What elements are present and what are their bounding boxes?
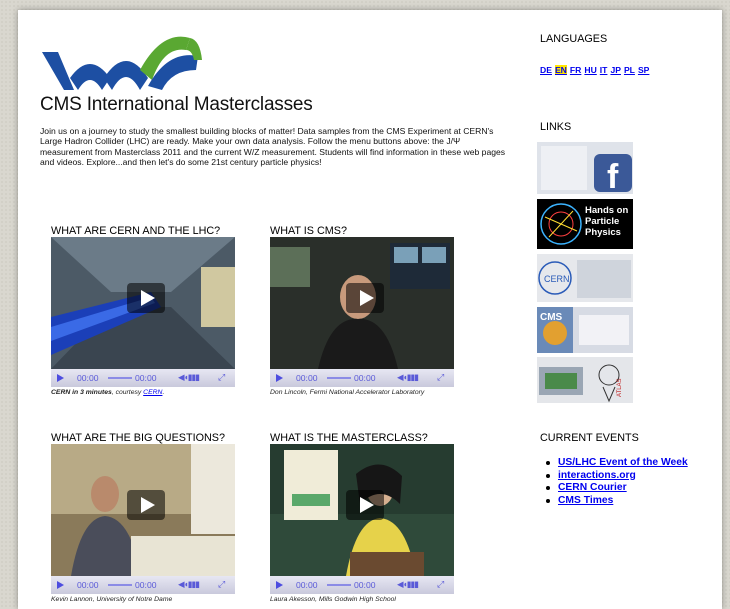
play-small-icon[interactable] <box>276 374 283 382</box>
video-controls: 00:00 00:00 ◀◖▮▮▮ ⤢ <box>270 369 454 387</box>
caption-bold: CERN in 3 minutes <box>51 389 112 396</box>
languages-heading: LANGUAGES <box>540 33 608 45</box>
fullscreen-icon[interactable]: ⤢ <box>218 372 225 383</box>
play-small-icon[interactable] <box>57 581 64 589</box>
volume-icon[interactable]: ◀◖▮▮▮ <box>397 579 419 590</box>
video-player-cern-lhc[interactable]: 00:00 00:00 ◀◖▮▮▮ ⤢ <box>51 237 235 387</box>
play-icon[interactable] <box>127 283 165 313</box>
site-title: CMS International Masterclasses <box>40 94 313 115</box>
hands-on-particle-physics-logo: Hands on Particle Physics <box>585 205 629 238</box>
video-player-masterclass[interactable]: 00:00 00:00 ◀◖▮▮▮ ⤢ <box>270 444 454 594</box>
cern-link[interactable]: CERN <box>143 389 162 396</box>
fullscreen-icon[interactable]: ⤢ <box>437 372 444 383</box>
cern-site-link[interactable]: CERN <box>537 254 633 302</box>
play-icon[interactable] <box>346 283 384 313</box>
event-link[interactable]: CMS Times <box>546 495 688 508</box>
progress-bar[interactable] <box>327 377 351 379</box>
events-list: US/LHC Event of the Week interactions.or… <box>546 457 688 508</box>
volume-icon[interactable]: ◀◖▮▮▮ <box>178 372 200 383</box>
current-time: 00:00 <box>296 580 318 590</box>
video-caption: Don Lincoln, Fermi National Accelerator … <box>270 389 425 396</box>
play-small-icon[interactable] <box>57 374 64 382</box>
volume-icon[interactable]: ◀◖▮▮▮ <box>178 579 200 590</box>
lang-de[interactable]: DE <box>540 65 552 75</box>
volume-icon[interactable]: ◀◖▮▮▮ <box>397 372 419 383</box>
total-time: 00:00 <box>354 373 376 383</box>
cms-logo: CMS <box>540 312 563 323</box>
video-caption: Laura Akesson, Mills Godwin High School <box>270 596 396 603</box>
current-events-heading: CURRENT EVENTS <box>540 432 639 444</box>
video-controls: 00:00 00:00 ◀◖▮▮▮ ⤢ <box>51 369 235 387</box>
video-title-cms: WHAT IS CMS? <box>270 225 347 237</box>
progress-bar[interactable] <box>327 584 351 586</box>
lang-it[interactable]: IT <box>600 65 608 75</box>
intro-text: Join us on a journey to study the smalle… <box>40 126 506 168</box>
current-time: 00:00 <box>296 373 318 383</box>
current-time: 00:00 <box>77 580 99 590</box>
current-time: 00:00 <box>77 373 99 383</box>
fullscreen-icon[interactable]: ⤢ <box>218 579 225 590</box>
lang-en[interactable]: EN <box>554 65 567 75</box>
page: CMS International Masterclasses Join us … <box>18 10 722 609</box>
video-player-big-questions[interactable]: 00:00 00:00 ◀◖▮▮▮ ⤢ <box>51 444 235 594</box>
video-controls: 00:00 00:00 ◀◖▮▮▮ ⤢ <box>270 576 454 594</box>
facebook-icon: f <box>607 158 619 194</box>
progress-bar[interactable] <box>108 584 132 586</box>
total-time: 00:00 <box>135 373 157 383</box>
video-title-cern-lhc: WHAT ARE CERN AND THE LHC? <box>51 225 221 237</box>
video-caption: CERN in 3 minutes, courtesy CERN. <box>51 389 164 396</box>
atlas-logo: ATLAS <box>617 378 623 397</box>
event-link[interactable]: US/LHC Event of the Week <box>546 457 688 470</box>
play-icon[interactable] <box>127 490 165 520</box>
fullscreen-icon[interactable]: ⤢ <box>437 579 444 590</box>
progress-bar[interactable] <box>108 377 132 379</box>
lang-sp[interactable]: SP <box>638 65 649 75</box>
event-link[interactable]: interactions.org <box>546 470 688 483</box>
total-time: 00:00 <box>354 580 376 590</box>
video-caption: Kevin Lannon, University of Notre Dame <box>51 596 173 603</box>
lang-jp[interactable]: JP <box>610 65 621 75</box>
event-link[interactable]: CERN Courier <box>546 482 688 495</box>
hands-on-particle-physics-link[interactable]: Hands on Particle Physics <box>537 199 633 249</box>
atlas-site-link[interactable]: ATLAS <box>537 357 633 403</box>
cern-logo: CERN <box>544 274 570 284</box>
video-player-cms[interactable]: 00:00 00:00 ◀◖▮▮▮ ⤢ <box>270 237 454 387</box>
video-title-masterclass: WHAT IS THE MASTERCLASS? <box>270 432 428 444</box>
lang-fr[interactable]: FR <box>570 65 581 75</box>
video-title-big-questions: WHAT ARE THE BIG QUESTIONS? <box>51 432 225 444</box>
lang-hu[interactable]: HU <box>584 65 596 75</box>
links-heading: LINKS <box>540 121 572 133</box>
language-list: DE EN FR HU IT JP PL SP <box>540 65 652 75</box>
total-time: 00:00 <box>135 580 157 590</box>
caption-end: . <box>162 389 165 396</box>
caption-mid: , courtesy <box>111 389 144 396</box>
play-icon[interactable] <box>346 490 384 520</box>
cms-site-link[interactable]: CMS <box>537 307 633 353</box>
lang-pl[interactable]: PL <box>624 65 635 75</box>
play-small-icon[interactable] <box>276 581 283 589</box>
video-controls: 00:00 00:00 ◀◖▮▮▮ ⤢ <box>51 576 235 594</box>
facebook-link[interactable]: f <box>537 142 633 194</box>
